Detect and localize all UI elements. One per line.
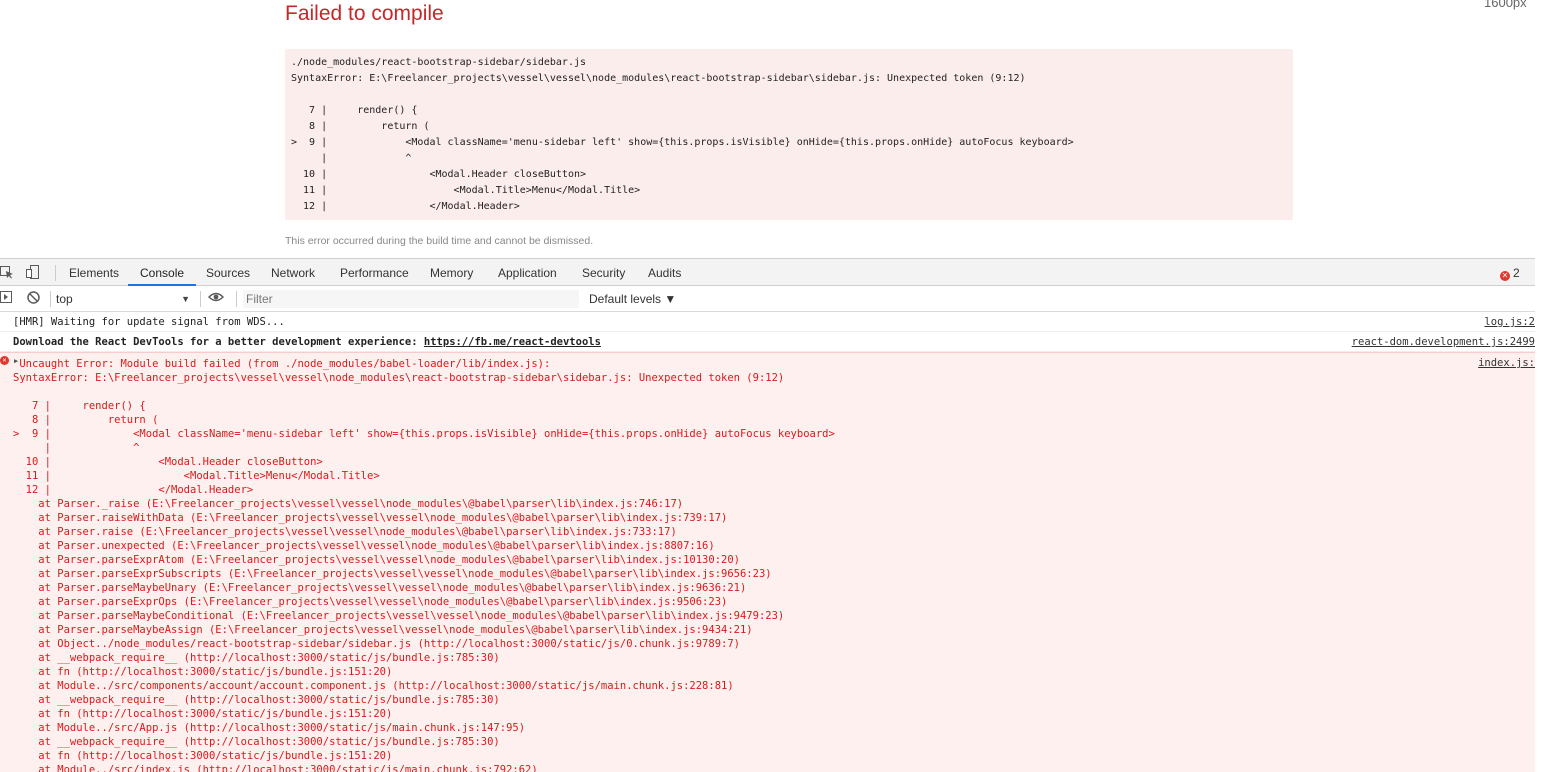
devtools-link[interactable]: https://fb.me/react-devtools: [424, 336, 601, 348]
error-icon: ✕: [1500, 271, 1510, 281]
filter-input[interactable]: [243, 290, 579, 308]
devtools-panel: Elements Console Sources Network Performance…: [0, 258, 1562, 772]
stack-line: at Parser.parseExprSubscripts (E:\Freela…: [13, 568, 772, 580]
tab-security[interactable]: Security: [582, 259, 625, 286]
message-source-link[interactable]: log.js:2: [1484, 316, 1535, 328]
toolbar-divider: [236, 291, 237, 307]
error-counter[interactable]: ✕ 2: [1500, 259, 1520, 286]
stack-line: at Parser._raise (E:\Freelancer_projects…: [13, 498, 684, 510]
tab-audits[interactable]: Audits: [648, 259, 681, 286]
tabbar-divider: [55, 265, 56, 281]
stack-line: Uncaught Error: Module build failed (fro…: [13, 358, 551, 370]
code-line: 11 | <Modal.Title>Menu</Modal.Title>: [291, 185, 641, 196]
scrollbar-gutter: [1535, 258, 1562, 772]
inspect-icon[interactable]: [0, 265, 14, 279]
code-line: 8 | return (: [291, 121, 430, 132]
message-source-link[interactable]: react-dom.development.js:2499: [1352, 336, 1535, 348]
context-select[interactable]: top ▼: [56, 290, 196, 308]
error-icon: ✕: [0, 356, 9, 365]
console-message: Download the React DevTools for a better…: [0, 332, 1535, 352]
code-line: > 9 | <Modal className='menu-sidebar lef…: [291, 137, 1074, 148]
code-line: | ^: [291, 153, 412, 164]
tab-application[interactable]: Application: [498, 259, 557, 286]
error-overlay: Failed to compile 1600px ./node_modules/…: [0, 0, 1562, 258]
page-title: Failed to compile: [285, 2, 444, 25]
code-line: 10 | <Modal.Header closeButton>: [291, 169, 587, 180]
tab-network[interactable]: Network: [271, 259, 315, 286]
tab-memory[interactable]: Memory: [430, 259, 473, 286]
width-indicator: 1600px: [1484, 0, 1527, 10]
clear-console-icon[interactable]: [27, 291, 40, 305]
compile-error-text: ./node_modules/react-bootstrap-sidebar/s…: [285, 49, 1293, 215]
tab-performance[interactable]: Performance: [340, 259, 409, 286]
stack-line: at Parser.parseMaybeUnary (E:\Freelancer…: [13, 582, 747, 594]
sidebar-toggle-icon[interactable]: [0, 291, 12, 305]
stack-line: at Parser.unexpected (E:\Freelancer_proj…: [13, 540, 715, 552]
stack-line: | ^: [13, 442, 140, 454]
stack-line: at Module../src/index.js (http://localho…: [13, 764, 538, 772]
chevron-down-icon: ▼: [181, 294, 190, 304]
stack-line: at fn (http://localhost:3000/static/js/b…: [13, 666, 393, 678]
compile-error-box: ./node_modules/react-bootstrap-sidebar/s…: [285, 49, 1293, 220]
stack-line: at Object../node_modules/react-bootstrap…: [13, 638, 740, 650]
stack-line: at Parser.parseExprOps (E:\Freelancer_pr…: [13, 596, 728, 608]
stack-line: at fn (http://localhost:3000/static/js/b…: [13, 708, 393, 720]
toolbar-divider: [200, 291, 201, 307]
code-line: SyntaxError: E:\Freelancer_projects\vess…: [291, 73, 1026, 84]
error-source-link[interactable]: index.js:: [1478, 357, 1535, 369]
device-toggle-icon[interactable]: [26, 265, 40, 279]
devtools-tabbar: Elements Console Sources Network Performance…: [0, 258, 1535, 286]
code-line: ./node_modules/react-bootstrap-sidebar/s…: [291, 57, 587, 68]
tab-elements[interactable]: Elements: [69, 259, 119, 286]
console-error-message: ✕ ▶ Uncaught Error: Module build failed …: [0, 352, 1535, 772]
stack-line: at Parser.parseMaybeConditional (E:\Free…: [13, 610, 785, 622]
tab-sources[interactable]: Sources: [206, 259, 250, 286]
stack-line: 10 | <Modal.Header closeButton>: [13, 456, 323, 468]
error-stack-text: Uncaught Error: Module build failed (fro…: [13, 357, 835, 772]
error-note: This error occurred during the build tim…: [285, 235, 594, 247]
stack-line: [13, 385, 835, 399]
console-message: [HMR] Waiting for update signal from WDS…: [0, 312, 1535, 332]
eye-icon[interactable]: [208, 291, 224, 305]
stack-line: at Module../src/components/account/accou…: [13, 680, 734, 692]
tab-console[interactable]: Console: [140, 259, 184, 286]
toolbar-divider: [50, 291, 51, 307]
stack-line: at Parser.parseExprAtom (E:\Freelancer_p…: [13, 554, 740, 566]
code-line: 7 | render() {: [291, 105, 418, 116]
stack-line: at __webpack_require__ (http://localhost…: [13, 736, 500, 748]
stack-line: > 9 | <Modal className='menu-sidebar lef…: [13, 428, 835, 440]
stack-line: at __webpack_require__ (http://localhost…: [13, 652, 500, 664]
stack-line: at Module../src/App.js (http://localhost…: [13, 722, 526, 734]
stack-line: 12 | </Modal.Header>: [13, 484, 254, 496]
stack-line: at Parser.parseMaybeAssign (E:\Freelance…: [13, 624, 753, 636]
stack-line: at __webpack_require__ (http://localhost…: [13, 694, 500, 706]
stack-line: SyntaxError: E:\Freelancer_projects\vess…: [13, 372, 785, 384]
stack-line: at Parser.raiseWithData (E:\Freelancer_p…: [13, 512, 728, 524]
log-levels-dropdown[interactable]: Default levels ▼: [589, 290, 676, 308]
stack-line: 11 | <Modal.Title>Menu</Modal.Title>: [13, 470, 380, 482]
console-toolbar: top ▼ Default levels ▼: [0, 286, 1535, 312]
code-line: 12 | </Modal.Header>: [291, 201, 520, 212]
stack-line: 8 | return (: [13, 414, 159, 426]
stack-line: at Parser.raise (E:\Freelancer_projects\…: [13, 526, 677, 538]
console-output: [HMR] Waiting for update signal from WDS…: [0, 312, 1535, 772]
stack-line: at fn (http://localhost:3000/static/js/b…: [13, 750, 393, 762]
stack-line: 7 | render() {: [13, 400, 146, 412]
